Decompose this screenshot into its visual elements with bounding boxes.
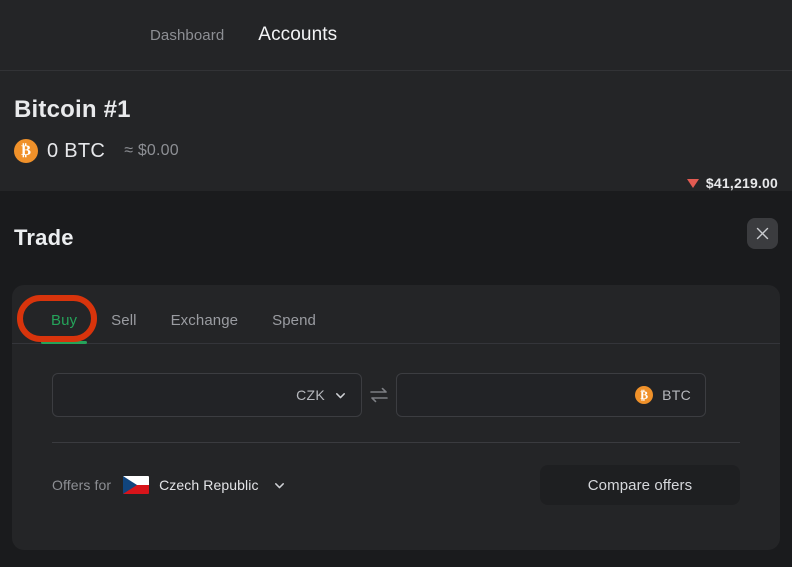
- price-ticker: $41,219.00: [686, 175, 778, 191]
- account-header: Bitcoin #1 ₿ 0 BTC ≈ $0.00 $41,219.00: [0, 71, 792, 191]
- app-root: Dashboard Accounts Bitcoin #1 ₿ 0 BTC ≈ …: [0, 0, 792, 567]
- offers-label: Offers for: [52, 477, 112, 493]
- balance-amount: 0 BTC: [47, 139, 106, 162]
- country-selector-label[interactable]: Czech Republic: [159, 477, 258, 493]
- account-balance-row: ₿ 0 BTC ≈ $0.00: [14, 139, 778, 163]
- close-icon: [756, 227, 769, 240]
- price-value: $41,219.00: [705, 175, 778, 191]
- crypto-currency-label: BTC: [662, 387, 691, 403]
- trade-tabs: Buy Sell Exchange Spend: [12, 285, 780, 344]
- trade-header: Trade: [14, 191, 778, 285]
- nav-item-accounts[interactable]: Accounts: [258, 24, 337, 46]
- price-down-arrow-icon: [686, 178, 699, 188]
- crypto-amount-field[interactable]: ₿ BTC: [396, 373, 706, 417]
- tab-spend[interactable]: Spend: [255, 312, 333, 343]
- compare-offers-button[interactable]: Compare offers: [540, 465, 740, 505]
- chevron-down-icon[interactable]: [334, 389, 347, 402]
- bitcoin-icon: ₿: [635, 386, 654, 404]
- account-title: Bitcoin #1: [14, 96, 131, 123]
- trade-card: Buy Sell Exchange Spend CZK ₿ BTC Offers…: [12, 285, 780, 550]
- swap-arrows-icon: [370, 387, 388, 403]
- crypto-amount-input[interactable]: [411, 386, 627, 404]
- swap-currencies-button[interactable]: [362, 386, 396, 404]
- chevron-down-icon[interactable]: [273, 479, 286, 492]
- offers-row: Offers for Czech Republic Compare offers: [12, 443, 780, 505]
- trade-title: Trade: [14, 225, 74, 250]
- fiat-amount-input[interactable]: [67, 386, 288, 404]
- czech-republic-flag-icon: [123, 476, 150, 494]
- close-button[interactable]: [747, 218, 778, 249]
- top-navigation: Dashboard Accounts: [0, 0, 792, 71]
- balance-fiat-value: ≈ $0.00: [124, 142, 179, 159]
- tab-buy[interactable]: Buy: [34, 312, 94, 344]
- trade-section: Trade Buy Sell Exchange Spend CZK ₿ BTC …: [0, 191, 792, 567]
- tab-exchange[interactable]: Exchange: [154, 312, 256, 343]
- fiat-amount-field[interactable]: CZK: [52, 373, 362, 417]
- tab-sell[interactable]: Sell: [94, 312, 153, 343]
- trade-amount-row: CZK ₿ BTC: [12, 344, 780, 417]
- fiat-currency-label: CZK: [296, 387, 325, 403]
- bitcoin-icon: ₿: [14, 139, 38, 163]
- nav-item-dashboard[interactable]: Dashboard: [150, 27, 224, 44]
